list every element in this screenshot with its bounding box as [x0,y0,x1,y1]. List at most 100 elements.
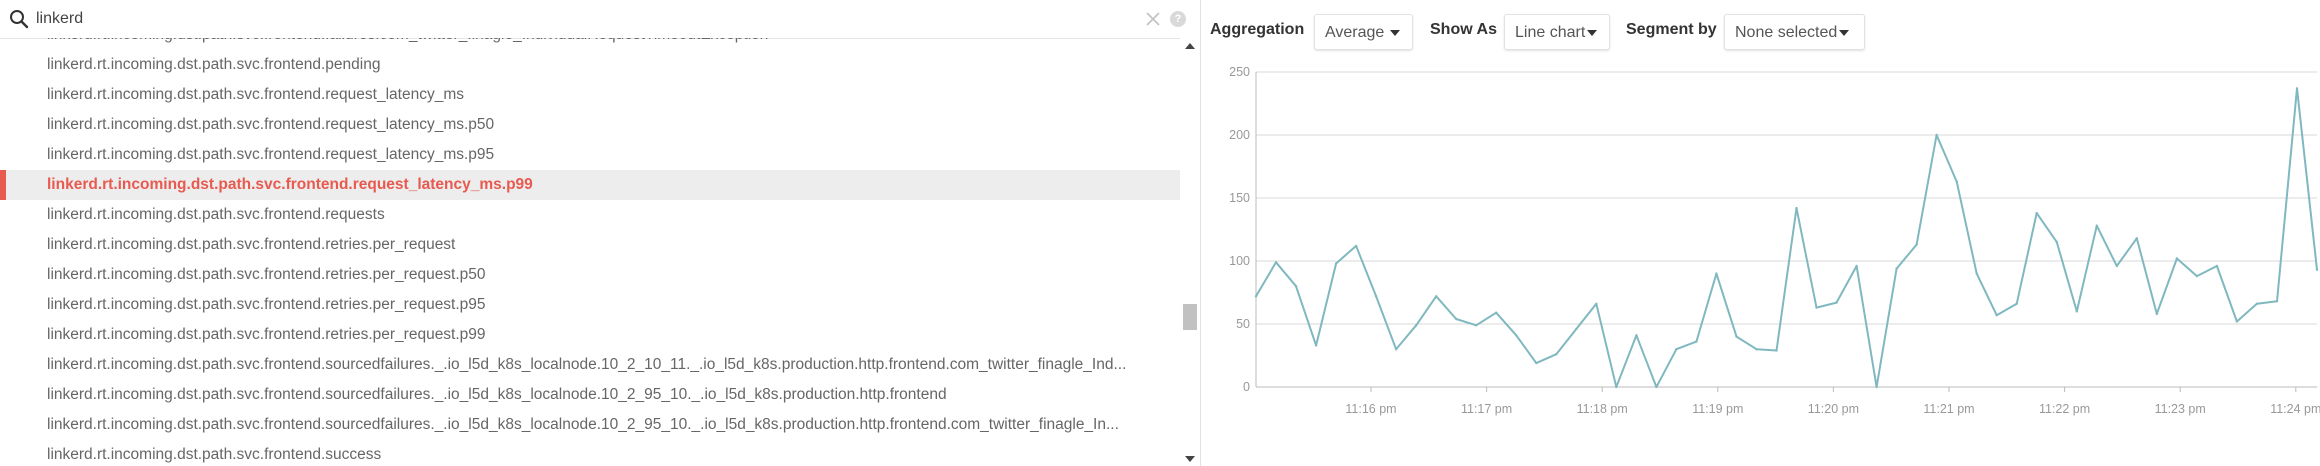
metric-list-item[interactable]: linkerd.rt.incoming.dst.path.svc.fronten… [0,410,1180,440]
search-icon [10,10,29,29]
data-point [1775,349,1778,352]
data-point [1795,206,1798,210]
data-point [2175,257,2179,260]
chevron-down-icon [1390,29,1401,36]
data-point [2035,211,2038,215]
y-tick-label: 100 [1229,254,1250,268]
data-point [1615,385,1618,389]
show-as-dropdown[interactable]: Line chart [1504,14,1610,50]
data-point [2235,320,2239,323]
data-point [1695,340,1698,343]
metric-list-item-selected[interactable]: linkerd.rt.incoming.dst.path.svc.fronten… [0,170,1180,200]
data-point [1274,261,1278,264]
data-point [2095,224,2098,227]
data-point [1314,344,1318,347]
y-tick-label: 200 [1229,128,1250,142]
data-point [1515,334,1518,337]
data-point [1735,335,1738,338]
data-point [1675,348,1678,351]
data-point [1294,285,1298,288]
x-tick-label: 11:23 pm [2155,402,2206,416]
data-point [2295,87,2299,90]
y-tick-label: 50 [1236,317,1250,331]
data-point [1995,314,1998,317]
data-point [1935,133,1938,137]
data-point [1875,385,1878,389]
scrollbar-thumb[interactable] [1183,304,1197,330]
chevron-down-icon [1839,29,1850,36]
segment-by-value: None selected [1735,24,1838,41]
segment-by-dropdown[interactable]: None selected [1724,14,1865,50]
data-point [1855,264,1858,268]
data-point [2115,264,2118,268]
metric-list-item[interactable]: linkerd.rt.incoming.dst.path.svc.fronten… [0,230,1180,260]
metric-list-item[interactable]: linkerd.rt.incoming.dst.path.svc.fronten… [0,320,1180,350]
metric-list-item[interactable]: linkerd.rt.incoming.dst.path.svc.fronten… [0,50,1180,80]
search-input[interactable] [36,6,1116,32]
y-tick-label: 0 [1243,380,1250,394]
data-point [1394,348,1398,351]
data-point [1635,334,1638,337]
show-as-value: Line chart [1515,24,1586,41]
help-icon[interactable]: ? [1170,11,1186,27]
data-point [1575,327,1578,331]
scroll-up-arrow-icon[interactable] [1185,43,1195,49]
aggregation-value: Average [1325,24,1385,41]
metric-list-item[interactable]: linkerd.rt.incoming.dst.path.svc.fronten… [0,260,1180,290]
data-point [1895,267,1898,270]
show-as-label: Show As [1430,21,1497,38]
metric-list-item[interactable]: linkerd.rt.incoming.dst.path.svc.fronten… [0,140,1180,170]
data-point [1975,272,1978,275]
x-tick-label: 11:22 pm [2039,402,2090,416]
chevron-down-icon [1587,29,1598,36]
metric-list-item[interactable]: linkerd.rt.incoming.dst.path.svc.fronten… [0,290,1180,320]
data-point [1374,295,1378,298]
data-point [2015,302,2018,305]
aggregation-label: Aggregation [1210,21,1305,38]
metric-list-item[interactable]: linkerd.rt.incoming.dst.path.svc.fronten… [0,350,1180,380]
scrollbar[interactable] [1180,38,1200,466]
y-tick-label: 250 [1229,65,1250,79]
x-tick-label: 11:18 pm [1577,402,1628,416]
metric-list-item[interactable]: linkerd.rt.incoming.dst.path.svc.fronten… [0,440,1180,466]
data-point [1435,295,1438,298]
metric-list-item[interactable]: linkerd.rt.incoming.dst.path.svc.fronten… [0,380,1180,410]
data-point [1555,353,1558,356]
metric-list-item[interactable]: linkerd.rt.incoming.dst.path.svc.fronten… [0,110,1180,140]
data-point [1455,317,1458,321]
x-tick-label: 11:21 pm [1923,402,1974,416]
data-point [1835,301,1838,304]
metric-list: linkerd.rt.incoming.dst.path.svc.fronten… [0,38,1180,466]
data-point [2215,264,2219,268]
scroll-down-arrow-icon[interactable] [1185,456,1195,462]
x-tick-label: 11:16 pm [1345,402,1396,416]
data-point [1955,180,1958,183]
aggregation-dropdown[interactable]: Average [1314,14,1413,50]
chart-toolbar: Aggregation Average Show As Line chart S… [1201,0,2320,60]
x-tick-label: 11:24 pm [2270,402,2320,416]
chart-panel: Aggregation Average Show As Line chart S… [1201,0,2320,466]
metric-list-viewport: linkerd.rt.incoming.dst.path.svc.fronten… [0,38,1180,466]
x-tick-label: 11:20 pm [1808,402,1859,416]
data-point [1334,262,1338,265]
y-tick-label: 150 [1229,191,1250,205]
x-tick-label: 11:17 pm [1461,402,1512,416]
data-point [2075,310,2078,313]
data-point [1715,272,1718,275]
data-point [2275,300,2279,303]
data-point [1815,306,1818,309]
clear-search-icon[interactable] [1144,10,1162,28]
metric-list-item[interactable]: linkerd.rt.incoming.dst.path.svc.fronten… [0,80,1180,110]
data-point [2255,302,2259,305]
data-point [2155,312,2158,316]
data-point [1254,295,1258,298]
data-point [1354,244,1358,248]
line-chart-svg: 0 50 100 150 200 250 11:16 pm 11:17 pm 11:18 pm 1… [1229,65,2320,416]
data-point [1535,361,1538,365]
metric-list-item[interactable]: linkerd.rt.incoming.dst.path.svc.fronten… [0,38,1180,50]
data-point [1915,243,1918,246]
data-point [2195,274,2199,278]
data-point [2135,237,2138,240]
metric-list-item[interactable]: linkerd.rt.incoming.dst.path.svc.fronten… [0,200,1180,230]
data-point [2315,268,2319,271]
